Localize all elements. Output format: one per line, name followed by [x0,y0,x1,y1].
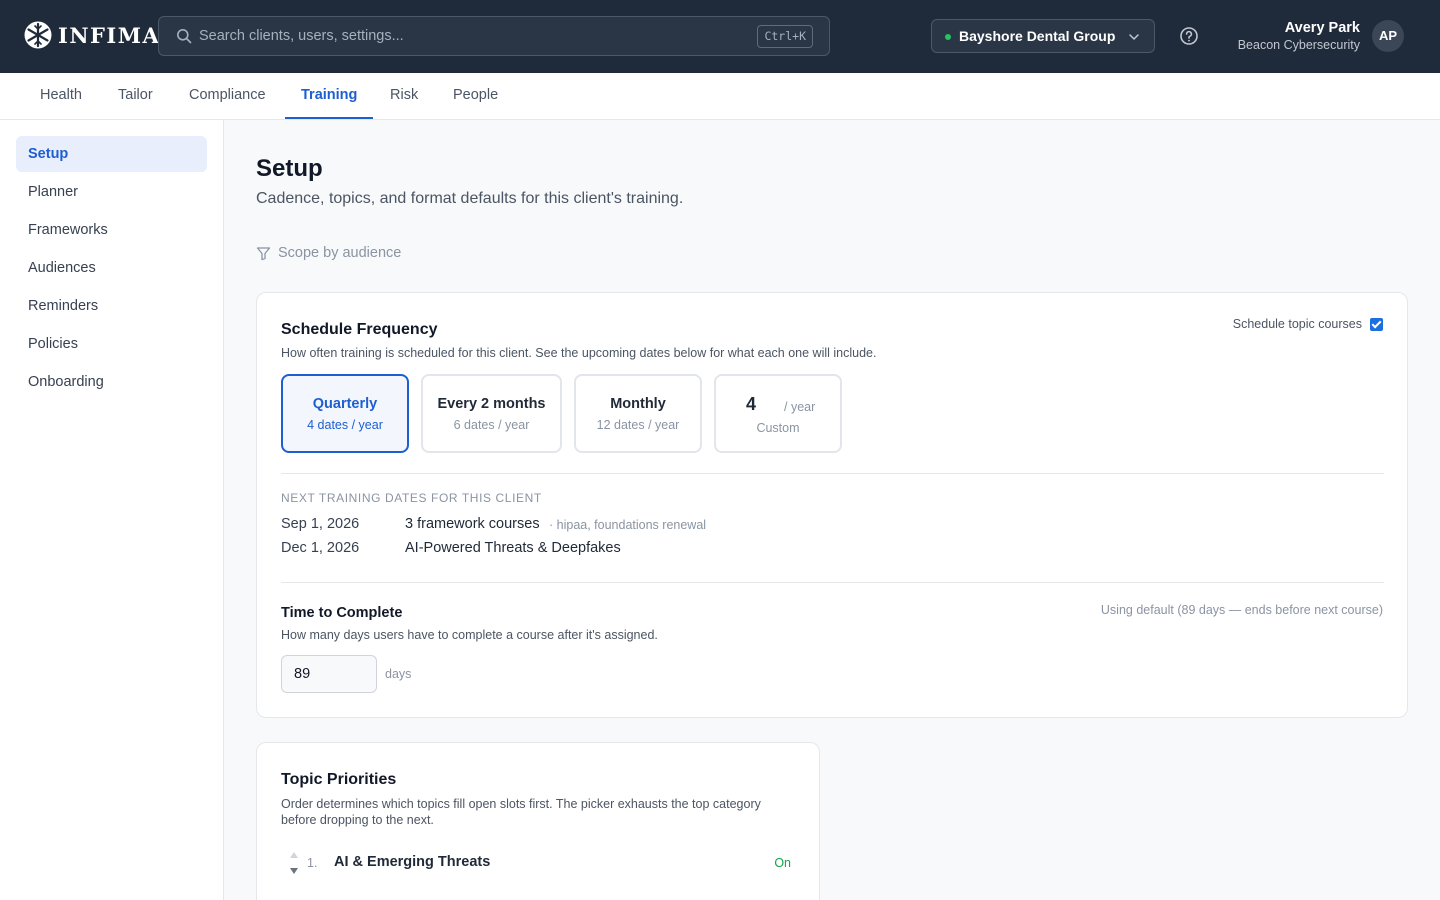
logo[interactable]: INFIMA [24,21,160,49]
snowflake-logo-icon [24,21,52,49]
search-shortcut-badge: Ctrl+K [757,25,813,48]
client-status-dot [945,34,951,40]
frequency-option-label: Quarterly [312,396,378,412]
frequency-option-sub: 6 dates / year [453,418,530,432]
page-subtitle: Cadence, topics, and format defaults for… [256,190,684,207]
page-title: Setup [256,155,323,182]
topic-rank: 1. [307,856,318,870]
search-placeholder: Search clients, users, settings... [199,28,404,44]
tab-people[interactable]: People [437,73,514,119]
tab-bar: Health Tailor Compliance Training Risk P… [0,73,1440,120]
sidebar-item-planner[interactable]: Planner [16,174,207,210]
filter-icon [256,246,271,260]
custom-frequency-value[interactable]: 4 [746,394,756,415]
schedule-topic-courses-label: Schedule topic courses [1232,317,1362,331]
training-date-meta: · hipaa, foundations renewal [549,518,707,532]
next-dates-heading: NEXT TRAINING DATES FOR THIS CLIENT [281,491,542,505]
custom-frequency-unit: / year [784,400,816,414]
frequency-option-custom[interactable]: 4 / year Custom [714,374,842,453]
reorder-arrows-icon[interactable] [289,851,299,875]
user-menu[interactable]: Avery Park Beacon Cybersecurity [1238,19,1360,54]
user-org: Beacon Cybersecurity [1237,38,1360,52]
training-date-content: 3 framework courses [405,516,540,532]
schedule-card: Schedule Frequency How often training is… [256,292,1408,718]
topic-status[interactable]: On [774,856,791,870]
time-to-complete-description: How many days users have to complete a c… [281,628,658,642]
chevron-down-icon [1129,34,1139,40]
frequency-option-label: Monthly [610,396,666,412]
logo-text: INFIMA [58,22,161,48]
time-to-complete-unit: days [385,667,412,681]
user-name: Avery Park [1284,20,1360,36]
custom-frequency-label: Custom [756,421,800,435]
time-to-complete-default-note: Using default (89 days — ends before nex… [1100,603,1383,617]
sidebar-item-audiences[interactable]: Audiences [16,250,207,286]
sidebar-item-setup[interactable]: Setup [16,136,207,172]
schedule-topic-courses-checkbox[interactable] [1370,317,1383,331]
tab-risk[interactable]: Risk [374,73,434,119]
training-date: Dec 1, 2026 [281,540,360,556]
help-icon[interactable] [1179,26,1199,46]
avatar[interactable]: AP [1372,20,1404,52]
search-input[interactable]: Search clients, users, settings... Ctrl+… [158,16,830,56]
frequency-option-label: Every 2 months [437,396,546,412]
divider [281,473,1384,474]
top-bar: INFIMA Search clients, users, settings..… [0,0,1440,73]
sidebar-item-frameworks[interactable]: Frameworks [16,212,207,248]
topic-priority-row[interactable]: 1. AI & Emerging Threats On [281,851,797,875]
scope-label: Scope by audience [278,245,402,261]
tab-tailor[interactable]: Tailor [102,73,169,119]
training-date-content: AI-Powered Threats & Deepfakes [405,540,621,556]
tab-compliance[interactable]: Compliance [173,73,282,119]
client-name: Bayshore Dental Group [959,28,1116,44]
training-date: Sep 1, 2026 [281,516,360,532]
topic-priorities-title: Topic Priorities [281,771,397,788]
scope-by-audience-button[interactable]: Scope by audience [256,245,401,261]
schedule-topic-courses-toggle[interactable]: Schedule topic courses [1233,317,1383,331]
tab-health[interactable]: Health [24,73,98,119]
client-selector[interactable]: Bayshore Dental Group [931,19,1155,53]
divider [281,582,1384,583]
topic-priorities-description: Order determines which topics fill open … [281,797,761,827]
frequency-option-quarterly[interactable]: Quarterly 4 dates / year [281,374,409,453]
frequency-option-monthly[interactable]: Monthly 12 dates / year [574,374,702,453]
frequency-option-sub: 12 dates / year [596,418,680,432]
sidebar-item-policies[interactable]: Policies [16,326,207,362]
search-icon [177,29,192,44]
frequency-option-sub: 4 dates / year [307,418,383,432]
schedule-description: How often training is scheduled for this… [281,346,877,360]
sidebar-item-reminders[interactable]: Reminders [16,288,207,324]
time-to-complete-title: Time to Complete [281,605,403,621]
sidebar-item-onboarding[interactable]: Onboarding [16,364,207,400]
topic-name: AI & Emerging Threats [334,854,491,870]
schedule-title: Schedule Frequency [281,321,438,338]
time-to-complete-input[interactable] [281,655,377,693]
tab-training[interactable]: Training [285,73,374,119]
frequency-option-every-2-months[interactable]: Every 2 months 6 dates / year [421,374,562,453]
topic-priorities-card: Topic Priorities Order determines which … [256,742,820,900]
sidebar: Setup Planner Frameworks Audiences Remin… [0,120,224,900]
